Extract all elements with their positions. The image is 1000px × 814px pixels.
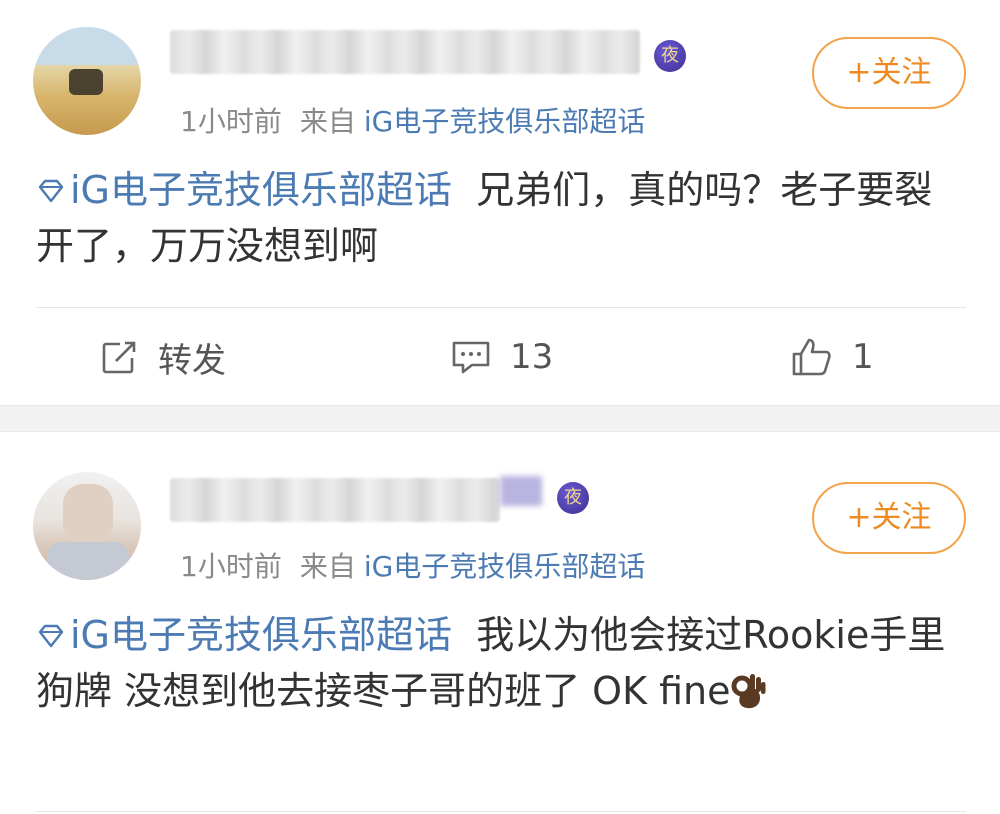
source-topic-link[interactable]: iG电子竞技俱乐部超话 <box>364 105 645 138</box>
super-topic-diamond-icon <box>38 179 64 203</box>
post-text: iG电子竞技俱乐部超话 兄弟们，真的吗？老子要裂开了，万万没想到啊 <box>36 162 966 274</box>
follow-button[interactable]: +关注 <box>812 37 966 109</box>
post-text: iG电子竞技俱乐部超话 我以为他会接过Rookie手里狗牌 没想到他去接枣子哥的… <box>36 607 966 719</box>
divider <box>36 811 966 812</box>
source-prefix: 来自 <box>299 105 356 138</box>
super-topic-diamond-icon <box>38 624 64 648</box>
username-blurred[interactable] <box>170 478 500 522</box>
comment-count: 13 <box>510 337 554 377</box>
comment-icon <box>452 341 490 374</box>
post-meta: 1小时前 来自 iG电子竞技俱乐部超话 <box>180 100 645 140</box>
repost-button[interactable]: 转发 <box>100 322 226 392</box>
user-avatar[interactable] <box>33 472 141 580</box>
post-separator <box>0 405 1000 432</box>
ok-hand-emoji <box>731 674 766 709</box>
super-topic-link[interactable]: iG电子竞技俱乐部超话 <box>36 613 452 657</box>
badge-blurred <box>500 476 542 506</box>
post-card: 夜 1小时前 来自 iG电子竞技俱乐部超话 +关注 iG电子竞技俱乐部超话 我以为他… <box>0 432 1000 814</box>
action-bar: 转发 13 1 <box>0 322 1000 392</box>
topic-link-label: iG电子竞技俱乐部超话 <box>70 613 453 657</box>
source-topic-link[interactable]: iG电子竞技俱乐部超话 <box>364 550 645 583</box>
super-topic-link[interactable]: iG电子竞技俱乐部超话 <box>36 168 452 212</box>
follow-button[interactable]: +关注 <box>812 482 966 554</box>
user-badge-icon: 夜 <box>557 482 589 514</box>
username-blurred[interactable] <box>170 30 640 74</box>
source-prefix: 来自 <box>299 550 356 583</box>
thumbs-up-icon <box>792 338 831 376</box>
user-avatar[interactable] <box>33 27 141 135</box>
repost-label: 转发 <box>158 340 226 381</box>
like-button[interactable]: 1 <box>790 322 874 392</box>
divider <box>36 307 966 308</box>
post-time: 1小时前 <box>180 550 282 583</box>
like-count: 1 <box>852 337 874 377</box>
comment-button[interactable]: 13 <box>450 322 553 392</box>
repost-icon <box>102 340 138 374</box>
post-card: 夜 1小时前 来自 iG电子竞技俱乐部超话 +关注 iG电子竞技俱乐部超话 兄弟们，… <box>0 0 1000 405</box>
post-meta: 1小时前 来自 iG电子竞技俱乐部超话 <box>180 545 645 585</box>
user-badge-icon: 夜 <box>654 40 686 72</box>
post-time: 1小时前 <box>180 105 282 138</box>
topic-link-label: iG电子竞技俱乐部超话 <box>70 168 453 212</box>
